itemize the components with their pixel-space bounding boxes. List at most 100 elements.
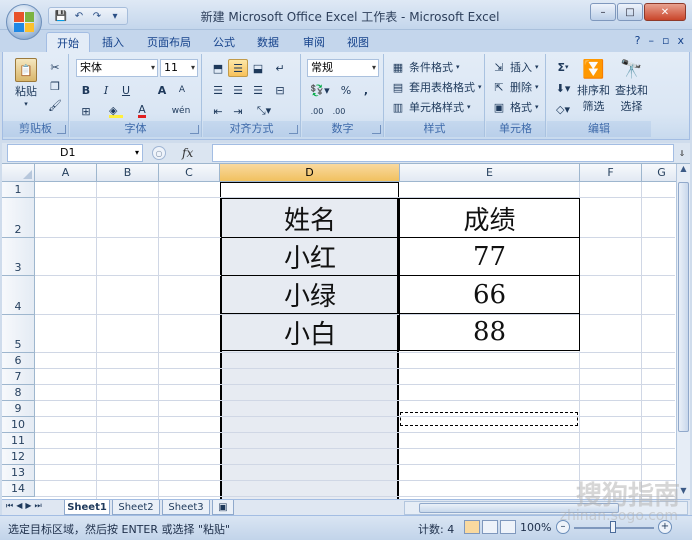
fill-color-icon[interactable]: ◈ xyxy=(106,102,126,120)
column-header-f[interactable]: F xyxy=(580,164,642,182)
format-cells-button[interactable]: ▣ 格式 ▾ xyxy=(491,99,539,115)
zoom-level[interactable]: 100% xyxy=(520,521,551,534)
row-header-12[interactable]: 12 xyxy=(2,449,35,465)
italic-button[interactable]: I xyxy=(96,81,116,99)
conditional-format-button[interactable]: ▦ 条件格式 ▾ xyxy=(390,59,460,75)
row-header-9[interactable]: 9 xyxy=(2,401,35,417)
align-bottom-icon[interactable]: ⬓ xyxy=(248,59,268,77)
percent-style-button[interactable]: % xyxy=(336,81,356,99)
scroll-down-icon[interactable]: ▼ xyxy=(677,486,690,499)
save-icon[interactable]: 💾 xyxy=(53,9,69,23)
cell-e5[interactable]: 88 xyxy=(399,313,580,351)
row-header-3[interactable]: 3 xyxy=(2,238,35,276)
horizontal-scroll-thumb[interactable] xyxy=(419,503,619,513)
row-header-7[interactable]: 7 xyxy=(2,369,35,385)
vertical-scrollbar[interactable]: ▲ ▼ xyxy=(676,164,690,499)
column-header-b[interactable]: B xyxy=(97,164,159,182)
expand-formula-bar-icon[interactable]: ⇓ xyxy=(676,145,688,161)
scroll-up-icon[interactable]: ▲ xyxy=(677,164,690,178)
insert-function-button[interactable]: fx xyxy=(182,146,193,160)
cell-e4[interactable]: 66 xyxy=(399,275,580,314)
orientation-icon[interactable]: ⤡▾ xyxy=(250,102,278,120)
align-left-icon[interactable]: ☰ xyxy=(208,81,228,99)
cut-icon[interactable]: ✂ xyxy=(45,58,65,76)
increase-decimal-button[interactable]: .00 xyxy=(307,102,327,120)
redo-icon[interactable]: ↷ xyxy=(89,9,105,23)
decrease-decimal-button[interactable]: .00 xyxy=(329,102,349,120)
font-size-select[interactable]: 11 ▾ xyxy=(160,59,198,77)
vertical-scroll-thumb[interactable] xyxy=(678,182,689,432)
copy-icon[interactable]: ❐ xyxy=(45,77,65,95)
column-header-d[interactable]: D xyxy=(220,164,400,182)
column-header-c[interactable]: C xyxy=(159,164,220,182)
first-sheet-icon[interactable]: ⏮ xyxy=(6,501,13,511)
row-header-13[interactable]: 13 xyxy=(2,465,35,481)
tab-insert[interactable]: 插入 xyxy=(92,32,134,52)
comma-style-button[interactable]: , xyxy=(356,81,376,99)
format-painter-icon[interactable]: 🖌 xyxy=(45,96,65,114)
delete-cells-button[interactable]: ⇱ 删除 ▾ xyxy=(491,79,538,95)
autosum-button[interactable]: Σ ▾ xyxy=(551,58,575,76)
ribbon-close-button[interactable]: x xyxy=(677,34,684,47)
horizontal-scrollbar[interactable] xyxy=(404,501,688,515)
formula-input[interactable] xyxy=(212,144,674,162)
sheet-tab-2[interactable]: Sheet2 xyxy=(112,500,160,515)
number-format-select[interactable]: 常规 ▾ xyxy=(307,59,379,77)
next-sheet-icon[interactable]: ▶ xyxy=(25,501,31,511)
cell-d4[interactable]: 小绿 xyxy=(221,275,400,314)
zoom-in-button[interactable]: + xyxy=(658,520,672,534)
tab-review[interactable]: 审阅 xyxy=(294,32,334,52)
column-header-e[interactable]: E xyxy=(400,164,580,182)
undo-icon[interactable]: ↶ xyxy=(71,9,87,23)
increase-indent-icon[interactable]: ⇥ xyxy=(228,102,248,120)
tab-formulas[interactable]: 公式 xyxy=(204,32,244,52)
number-launcher-icon[interactable] xyxy=(372,125,381,134)
close-window-button[interactable]: ✕ xyxy=(644,3,686,21)
cell-d3[interactable]: 小红 xyxy=(221,237,400,276)
zoom-out-button[interactable]: – xyxy=(556,520,570,534)
align-top-icon[interactable]: ⬒ xyxy=(208,59,228,77)
row-header-4[interactable]: 4 xyxy=(2,276,35,315)
row-header-11[interactable]: 11 xyxy=(2,433,35,449)
bold-button[interactable]: B xyxy=(76,81,96,99)
normal-view-icon[interactable] xyxy=(464,520,480,534)
cell-e2[interactable]: 成绩 xyxy=(399,198,580,238)
fill-icon[interactable]: ⬇▾ xyxy=(551,79,575,97)
last-sheet-icon[interactable]: ⏭ xyxy=(35,501,42,511)
font-name-select[interactable]: 宋体 ▾ xyxy=(76,59,158,77)
page-layout-view-icon[interactable] xyxy=(482,520,498,534)
customize-qat-icon[interactable]: ▾ xyxy=(107,9,123,23)
wrap-text-icon[interactable]: ↵ xyxy=(270,59,290,77)
cell-e3[interactable]: 77 xyxy=(399,237,580,276)
prev-sheet-icon[interactable]: ◀ xyxy=(16,501,22,511)
merge-center-icon[interactable]: ⊟ xyxy=(270,81,290,99)
cell-d2[interactable]: 姓名 xyxy=(221,198,400,238)
row-header-5[interactable]: 5 xyxy=(2,315,35,353)
font-launcher-icon[interactable] xyxy=(190,125,199,134)
alignment-launcher-icon[interactable] xyxy=(289,125,298,134)
row-header-10[interactable]: 10 xyxy=(2,417,35,433)
row-header-1[interactable]: 1 xyxy=(2,182,35,198)
active-cell-d1[interactable] xyxy=(221,182,398,198)
row-header-2[interactable]: 2 xyxy=(2,198,35,238)
page-break-view-icon[interactable] xyxy=(500,520,516,534)
sheet-tab-3[interactable]: Sheet3 xyxy=(162,500,210,515)
align-right-icon[interactable]: ☰ xyxy=(248,81,268,99)
insert-cells-button[interactable]: ⇲ 插入 ▾ xyxy=(491,59,538,75)
underline-button[interactable]: U xyxy=(116,81,136,99)
format-as-table-button[interactable]: ▤ 套用表格格式 ▾ xyxy=(390,79,482,95)
clipboard-launcher-icon[interactable] xyxy=(57,125,66,134)
font-color-button[interactable]: A xyxy=(132,102,152,120)
paste-button[interactable]: 📋 粘贴 ▾ xyxy=(15,58,37,108)
cell-styles-button[interactable]: ▥ 单元格样式 ▾ xyxy=(390,99,471,115)
shrink-font-button[interactable]: A xyxy=(172,81,192,99)
tab-data[interactable]: 数据 xyxy=(248,32,288,52)
office-button[interactable] xyxy=(6,4,42,40)
ribbon-restore-button[interactable]: ▫ xyxy=(662,34,669,47)
tab-home[interactable]: 开始 xyxy=(46,32,90,52)
phonetic-button[interactable]: wén xyxy=(166,102,196,120)
find-select-button[interactable]: 🔭 查找和 选择 xyxy=(615,56,648,114)
zoom-slider-thumb[interactable] xyxy=(610,521,616,533)
sheet-tab-1[interactable]: Sheet1 xyxy=(64,500,110,515)
row-header-8[interactable]: 8 xyxy=(2,385,35,401)
